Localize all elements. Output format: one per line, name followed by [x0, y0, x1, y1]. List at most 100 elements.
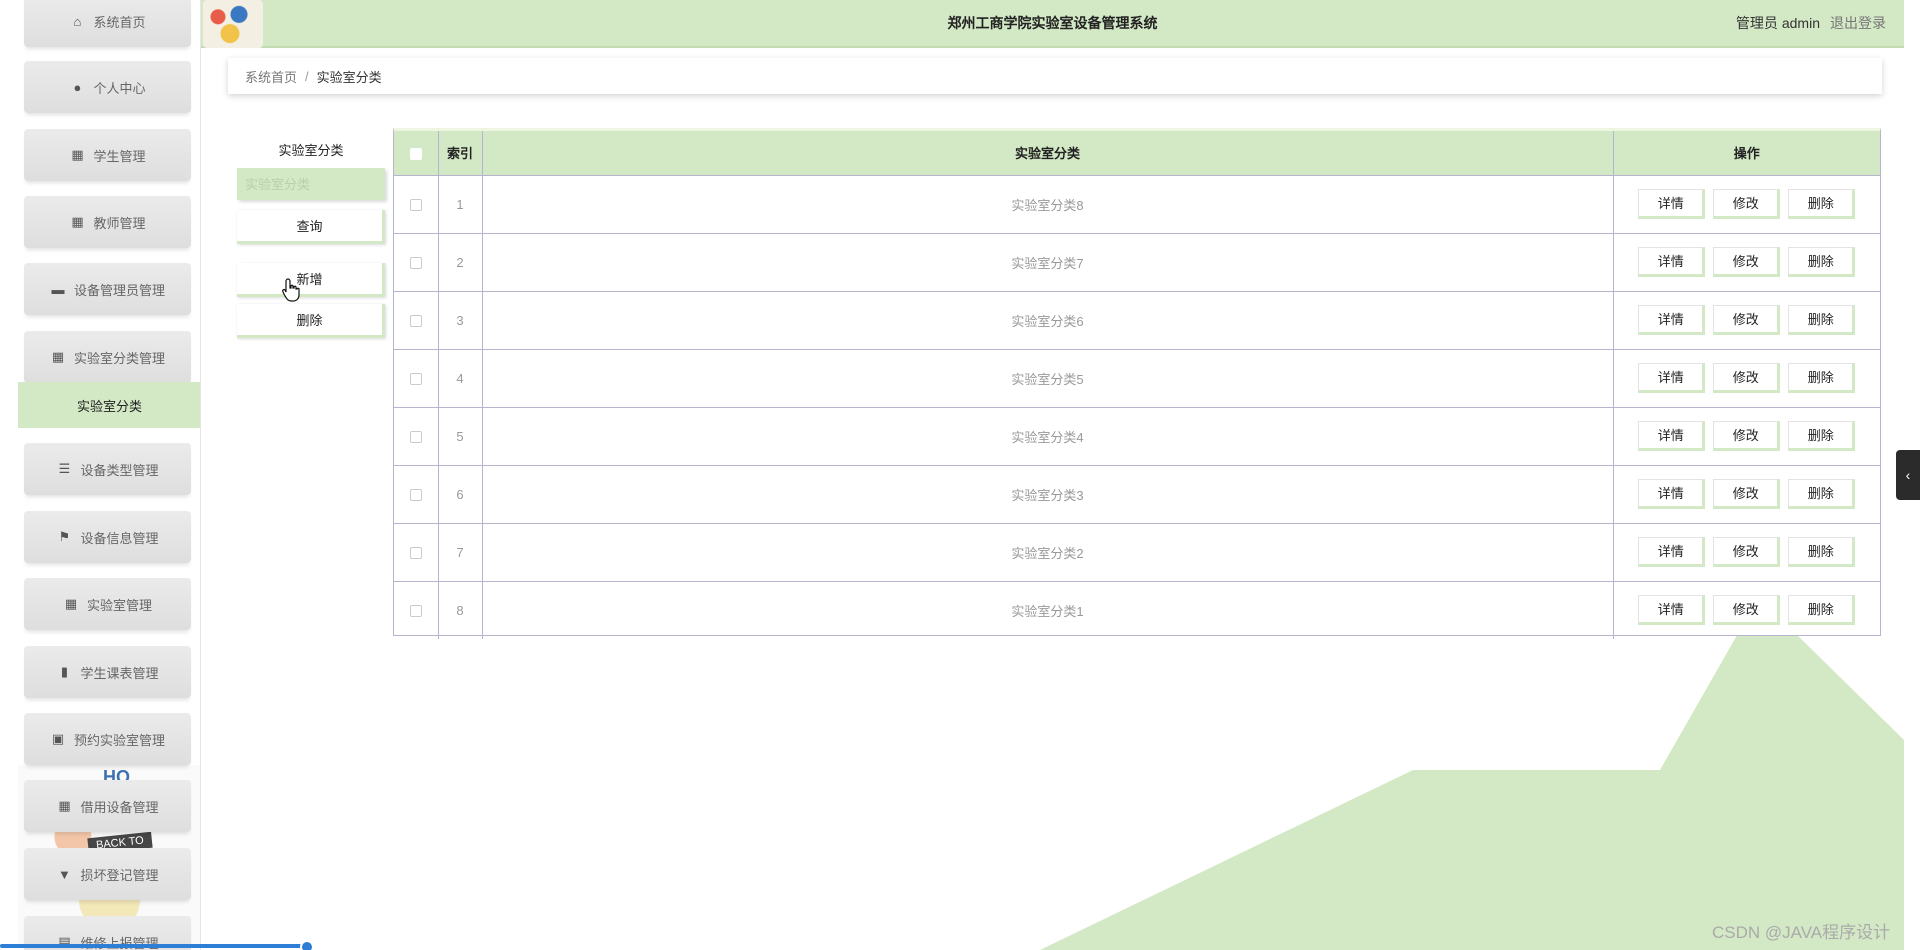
- top-header: 郑州工商学院实验室设备管理系统 管理员 admin 退出登录: [201, 0, 1904, 48]
- row-select-cell[interactable]: [394, 174, 439, 233]
- sidebar-item[interactable]: ● 个人中心: [24, 61, 191, 113]
- row-actions: 详情 修改 删除: [1613, 174, 1880, 233]
- flag-icon: ⚑: [58, 529, 71, 544]
- row-category-name: 实验室分类5: [482, 348, 1614, 407]
- row-select-cell[interactable]: [394, 522, 439, 581]
- batch-delete-button[interactable]: 删除: [237, 304, 385, 338]
- row-actions: 详情 修改 删除: [1613, 406, 1880, 465]
- table-header-row: 索引 实验室分类 操作: [394, 131, 1880, 175]
- bar-chart-icon: ▮: [60, 664, 69, 679]
- delete-button[interactable]: 删除: [1788, 247, 1856, 277]
- row-index: 3: [438, 290, 483, 349]
- table-row: 5 实验室分类4 详情 修改 删除: [394, 406, 1880, 465]
- detail-button[interactable]: 详情: [1638, 421, 1706, 451]
- delete-button[interactable]: 删除: [1788, 595, 1856, 626]
- row-category-name: 实验室分类7: [482, 232, 1614, 291]
- row-checkbox[interactable]: [409, 489, 422, 502]
- sidebar-item[interactable]: ⌂ 系统首页: [24, 0, 191, 47]
- sidebar-item-label: 学生课表管理: [80, 665, 159, 681]
- detail-button[interactable]: 详情: [1638, 479, 1706, 509]
- sidebar-item[interactable]: ▦ 实验室分类管理: [24, 331, 191, 383]
- add-button[interactable]: 新增: [237, 263, 385, 297]
- grid-icon: ▦: [71, 147, 84, 162]
- collapse-toggle-button[interactable]: ‹: [1896, 450, 1920, 500]
- row-select-cell[interactable]: [394, 464, 439, 523]
- sidebar-item[interactable]: ▦ 教师管理: [24, 196, 191, 248]
- row-checkbox[interactable]: [409, 257, 422, 270]
- row-actions: 详情 修改 删除: [1613, 232, 1880, 291]
- sidebar-item[interactable]: ▦ 实验室管理: [24, 578, 191, 630]
- sidebar-item[interactable]: ▦ 借用设备管理: [24, 780, 191, 832]
- logout-link[interactable]: 退出登录: [1830, 15, 1886, 31]
- hand-cursor-icon: [282, 278, 300, 302]
- row-checkbox[interactable]: [409, 547, 422, 560]
- edit-button[interactable]: 修改: [1713, 189, 1781, 219]
- edit-button[interactable]: 修改: [1713, 305, 1781, 335]
- sidebar-item[interactable]: ▣ 预约实验室管理: [24, 713, 191, 765]
- column-header-actions: 操作: [1613, 131, 1880, 175]
- detail-button[interactable]: 详情: [1638, 305, 1706, 335]
- left-edge: [0, 0, 18, 950]
- sidebar-item[interactable]: ▬ 设备管理员管理: [24, 263, 191, 315]
- sidebar-item-label: 损坏登记管理: [80, 867, 159, 883]
- row-checkbox[interactable]: [409, 315, 422, 328]
- sidebar-item[interactable]: 实验室分类: [18, 382, 200, 428]
- breadcrumb-current: 实验室分类: [316, 69, 382, 85]
- column-header-category: 实验室分类: [482, 131, 1614, 175]
- table-row: 8 实验室分类1 详情 修改 删除: [394, 580, 1880, 639]
- row-actions: 详情 修改 删除: [1613, 522, 1880, 581]
- sidebar-item-label: 设备管理员管理: [73, 282, 165, 298]
- sidebar-item-label: 实验室管理: [86, 597, 152, 613]
- delete-button[interactable]: 删除: [1788, 363, 1856, 393]
- detail-button[interactable]: 详情: [1638, 595, 1706, 626]
- detail-button[interactable]: 详情: [1638, 189, 1706, 219]
- row-checkbox[interactable]: [409, 431, 422, 444]
- sidebar-item[interactable]: ▦ 学生管理: [24, 129, 191, 181]
- edit-button[interactable]: 修改: [1713, 363, 1781, 393]
- row-select-cell[interactable]: [394, 232, 439, 291]
- edit-button[interactable]: 修改: [1713, 595, 1781, 626]
- sidebar-item-label: 教师管理: [93, 215, 146, 231]
- sidebar-item-label: 个人中心: [93, 80, 146, 96]
- detail-button[interactable]: 详情: [1638, 537, 1706, 567]
- row-index: 4: [438, 348, 483, 407]
- edit-button[interactable]: 修改: [1713, 421, 1781, 451]
- scroll-progress-bar[interactable]: [0, 944, 310, 948]
- row-select-cell[interactable]: [394, 290, 439, 349]
- query-button[interactable]: 查询: [237, 210, 385, 244]
- row-index: 5: [438, 406, 483, 465]
- detail-button[interactable]: 详情: [1638, 247, 1706, 277]
- sidebar-item[interactable]: ▮ 学生课表管理: [24, 646, 191, 698]
- delete-button[interactable]: 删除: [1788, 305, 1856, 335]
- row-select-cell[interactable]: [394, 406, 439, 465]
- edit-button[interactable]: 修改: [1713, 537, 1781, 567]
- row-checkbox[interactable]: [409, 605, 422, 618]
- user-icon: ●: [73, 79, 82, 95]
- delete-button[interactable]: 删除: [1788, 189, 1856, 219]
- delete-button[interactable]: 删除: [1788, 421, 1856, 451]
- select-all-checkbox[interactable]: [409, 147, 422, 160]
- edit-button[interactable]: 修改: [1713, 247, 1781, 277]
- row-select-cell[interactable]: [394, 348, 439, 407]
- row-category-name: 实验室分类3: [482, 464, 1614, 523]
- row-index: 8: [438, 580, 483, 639]
- edit-button[interactable]: 修改: [1713, 479, 1781, 509]
- delete-button[interactable]: 删除: [1788, 537, 1856, 567]
- row-checkbox[interactable]: [409, 373, 422, 386]
- search-input[interactable]: [237, 168, 385, 200]
- breadcrumb-separator: /: [305, 68, 309, 84]
- detail-button[interactable]: 详情: [1638, 363, 1706, 393]
- sidebar-item[interactable]: ▼ 损坏登记管理: [24, 848, 191, 900]
- sidebar: HO BACK TO ⌂ 系统首页 ● 个人中心 ▦ 学生管理 ▦ 教师管理 ▬ 设备管理员管理 ▦…: [18, 0, 201, 950]
- scroll-progress-knob[interactable]: [300, 940, 314, 950]
- sidebar-item-label: 系统首页: [93, 14, 146, 30]
- sidebar-item[interactable]: ☰ 设备类型管理: [24, 443, 191, 495]
- sidebar-item[interactable]: ⚑ 设备信息管理: [24, 511, 191, 563]
- row-category-name: 实验室分类6: [482, 290, 1614, 349]
- grid-icon: ▦: [51, 349, 65, 364]
- select-all-cell[interactable]: [394, 131, 439, 175]
- row-select-cell[interactable]: [394, 580, 439, 639]
- breadcrumb-home[interactable]: 系统首页: [245, 67, 297, 86]
- row-checkbox[interactable]: [409, 199, 422, 212]
- delete-button[interactable]: 删除: [1788, 479, 1856, 509]
